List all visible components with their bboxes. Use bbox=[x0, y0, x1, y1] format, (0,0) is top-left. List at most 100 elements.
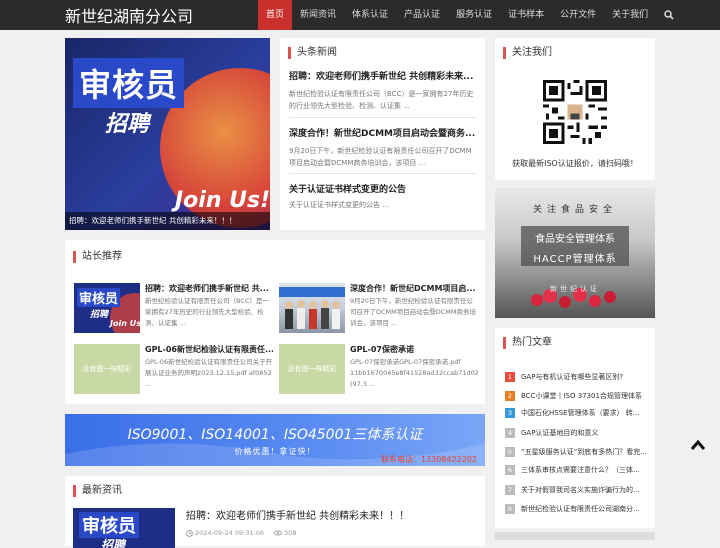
hot-article-rank: 2 bbox=[505, 391, 515, 401]
thumb-sub: 招聘 bbox=[90, 310, 109, 320]
news-title[interactable]: 深度合作！新世纪DCMM项目启动会暨商务... bbox=[289, 126, 477, 139]
hot-article-rank: 4 bbox=[505, 428, 515, 438]
news-title[interactable]: 招聘：欢迎老师们携手新世纪 共创精彩未来... bbox=[289, 69, 477, 82]
recommend-title[interactable]: GPL-07保密承诺 bbox=[350, 344, 478, 355]
recommend-item[interactable]: 没有图一样精彩 GPL-07保密承诺 GPL-07保密承诺GPL-07保密承诺.… bbox=[279, 344, 479, 396]
banner-sub: 招聘 bbox=[105, 112, 150, 137]
hot-article-rank: 3 bbox=[505, 408, 515, 418]
section-title-hot: 热门文章 bbox=[503, 337, 552, 349]
hot-article-title[interactable]: 关于对假冒我司名义实施诈骗行为的... bbox=[521, 485, 640, 495]
latest-views: 308 bbox=[284, 529, 297, 537]
latest-date: 2024-09-24 09:31:06 bbox=[195, 529, 265, 537]
hot-article-item[interactable]: 3 中国石化HSSE管理体系（要求） 转... bbox=[505, 406, 650, 420]
hot-article-title[interactable]: GAP认证基地目的和意义 bbox=[521, 428, 598, 438]
recommend-desc: 9月20日下午，新世纪检验认证有限责任公司召开了DCMM项目启动会暨DCMM商务… bbox=[350, 297, 477, 327]
no-image-text: 没有图一样精彩 bbox=[82, 365, 132, 373]
divider bbox=[289, 117, 477, 118]
hot-article-title[interactable]: BCC小课堂丨ISO 37301合规管理体系 bbox=[521, 391, 642, 401]
food-safety-ad[interactable]: 关注食品安全 食品安全管理体系 HACCP管理体系 新世纪认证 bbox=[495, 188, 655, 318]
hot-article-title[interactable]: 三体系审核点需要注意什么？（三体... bbox=[521, 465, 640, 475]
ad-placeholder bbox=[495, 532, 655, 540]
recommend-desc: 新世纪检验认证有限责任公司（BCC）是一家拥有27年历史的行业领先大型检验、检测… bbox=[145, 297, 269, 327]
iso-cert-banner[interactable]: ISO9001、ISO14001、ISO45001三体系认证 价格优惠！拿证快！… bbox=[65, 414, 485, 466]
hot-article-rank: 5 bbox=[505, 447, 515, 457]
recommend-thumb[interactable]: 没有图一样精彩 bbox=[74, 344, 140, 394]
hot-article-item[interactable]: 8 新世纪检验认证有限责任公司湖南分... bbox=[505, 502, 650, 516]
banner-caption[interactable]: 招聘：欢迎老师们携手新世纪 共创精彩未来！！！ bbox=[65, 212, 270, 230]
recommend-item[interactable]: 深度合作！新世纪DCMM项目启... 9月20日下午，新世纪检验认证有限责任公司… bbox=[279, 283, 479, 335]
hot-article-item[interactable]: 7 关于对假冒我司名义实施诈骗行为的... bbox=[505, 483, 650, 497]
thumb-sub: 招聘 bbox=[101, 538, 126, 548]
nav-item-public-files[interactable]: 公开文件 bbox=[552, 0, 604, 30]
follow-caption: 获取最新ISO认证报价，请扫码哦！ bbox=[512, 159, 638, 168]
hot-article-item[interactable]: 5 “五星级服务认证”到底有多热门？看完... bbox=[505, 445, 650, 459]
banner-headline: 审核员 bbox=[73, 58, 185, 108]
food-ad-line3: HACCP管理体系 bbox=[533, 254, 617, 265]
thumb-headline: 审核员 bbox=[77, 288, 121, 307]
nav-item-service-cert[interactable]: 服务认证 bbox=[448, 0, 500, 30]
latest-thumb[interactable]: 审核员 招聘 bbox=[73, 508, 175, 548]
site-title[interactable]: 新世纪湖南分公司 bbox=[65, 3, 193, 27]
eye-icon bbox=[274, 530, 283, 536]
nav-item-about[interactable]: 关于我们 bbox=[604, 0, 656, 30]
nav-item-home[interactable]: 首页 bbox=[258, 0, 293, 30]
thumb-join: Join Us! bbox=[110, 319, 140, 328]
headline-banner[interactable]: 审核员 招聘 Join Us! 招聘：欢迎老师们携手新世纪 共创精彩未来！！！ bbox=[65, 38, 270, 230]
section-title-recommend: 站长推荐 bbox=[73, 251, 122, 263]
hot-article-title[interactable]: “五星级服务认证”到底有多热门？看完... bbox=[521, 447, 647, 457]
search-icon bbox=[664, 10, 674, 20]
news-item[interactable]: 深度合作！新世纪DCMM项目启动会暨商务... 9月20日下午，新世纪检验认证有… bbox=[289, 126, 477, 169]
section-title-follow: 关注我们 bbox=[503, 47, 552, 59]
qr-code bbox=[543, 80, 607, 144]
news-desc: 9月20日下午，新世纪检验认证有限责任公司召开了DCMM项目启动会暨DCMM商务… bbox=[289, 147, 472, 167]
top-navbar: 新世纪湖南分公司 首页 新闻资讯 体系认证 产品认证 服务认证 证书样本 公开文… bbox=[0, 0, 720, 30]
news-item[interactable]: 关于认证证书样式变更的公告 关于认证证书样式变更的公告 ... bbox=[289, 182, 477, 211]
hot-article-title[interactable]: 新世纪检验认证有限责任公司湖南分... bbox=[521, 504, 640, 514]
news-title[interactable]: 关于认证证书样式变更的公告 bbox=[289, 182, 477, 195]
nav-item-cert-sample[interactable]: 证书样本 bbox=[500, 0, 552, 30]
news-item[interactable]: 招聘：欢迎老师们携手新世纪 共创精彩未来... 新世纪检验认证有限责任公司（BC… bbox=[289, 69, 477, 112]
iso-banner-line1: ISO9001、ISO14001、ISO45001三体系认证 bbox=[127, 427, 423, 443]
divider bbox=[289, 173, 477, 174]
hot-article-item[interactable]: 6 三体系审核点需要注意什么？（三体... bbox=[505, 463, 650, 477]
recommend-thumb[interactable]: 审核员 招聘 Join Us! bbox=[74, 283, 140, 333]
no-image-text: 没有图一样精彩 bbox=[287, 365, 337, 373]
main-nav: 首页 新闻资讯 体系认证 产品认证 服务认证 证书样本 公开文件 关于我们 bbox=[258, 0, 682, 30]
group-photo-image bbox=[279, 287, 345, 329]
nav-item-system-cert[interactable]: 体系认证 bbox=[344, 0, 396, 30]
food-ad-line4: 新世纪认证 bbox=[550, 285, 600, 293]
news-desc: 新世纪检验认证有限责任公司（BCC）是一家拥有27年历史的行业领先大型检验、检测… bbox=[289, 90, 474, 110]
recommend-item[interactable]: 审核员 招聘 Join Us! 招聘：欢迎老师们携手新世纪 共... 新世纪检验… bbox=[74, 283, 274, 335]
back-to-top-icon[interactable] bbox=[690, 438, 706, 452]
recommend-item[interactable]: 没有图一样精彩 GPL-06新世纪检验认证有限责任... GPL-06新世纪检验… bbox=[74, 344, 274, 396]
hot-article-rank: 8 bbox=[505, 504, 515, 514]
iso-banner-phone: 联系电话：13308422202 bbox=[381, 455, 477, 464]
recommend-thumb[interactable] bbox=[279, 283, 345, 333]
thumb-headline: 审核员 bbox=[79, 512, 139, 538]
recommend-desc: GPL-06新世纪检验认证有限责任公司关于开展认证业务的声明2023.12.15… bbox=[145, 358, 273, 388]
hot-article-item[interactable]: 4 GAP认证基地目的和意义 bbox=[505, 426, 650, 440]
section-title-latest: 最新资讯 bbox=[73, 485, 122, 497]
nav-item-product-cert[interactable]: 产品认证 bbox=[396, 0, 448, 30]
hot-article-rank: 6 bbox=[505, 465, 515, 475]
search-button[interactable] bbox=[656, 0, 682, 30]
latest-meta: 2024-09-24 09:31:06 308 bbox=[186, 529, 306, 537]
hot-article-item[interactable]: 2 BCC小课堂丨ISO 37301合规管理体系 bbox=[505, 389, 650, 403]
latest-title[interactable]: 招聘：欢迎老师们携手新世纪 共创精彩未来！！！ bbox=[186, 507, 409, 522]
recommend-title[interactable]: 招聘：欢迎老师们携手新世纪 共... bbox=[145, 283, 273, 294]
recommend-desc: GPL-07保密承诺GPL-07保密承诺.pdf 11bb1670045e8f4… bbox=[350, 358, 478, 388]
food-ad-line2: 食品安全管理体系 bbox=[535, 234, 615, 245]
news-desc: 关于认证证书样式变更的公告 ... bbox=[289, 201, 389, 209]
recommend-title[interactable]: 深度合作！新世纪DCMM项目启... bbox=[350, 283, 478, 294]
food-ad-line1: 关注食品安全 bbox=[532, 205, 617, 215]
nav-item-news[interactable]: 新闻资讯 bbox=[292, 0, 344, 30]
section-title-headlines: 头条新闻 bbox=[288, 47, 337, 59]
clock-icon bbox=[186, 529, 193, 537]
recommend-thumb[interactable]: 没有图一样精彩 bbox=[279, 344, 345, 394]
recommend-title[interactable]: GPL-06新世纪检验认证有限责任... bbox=[145, 344, 273, 355]
hot-article-title[interactable]: 中国石化HSSE管理体系（要求） 转... bbox=[521, 408, 639, 418]
hot-article-rank: 1 bbox=[505, 372, 515, 382]
hot-article-item[interactable]: 1 GAP与有机认证有哪些显著区别? bbox=[505, 370, 650, 384]
hot-article-title[interactable]: GAP与有机认证有哪些显著区别? bbox=[521, 372, 623, 382]
hot-article-rank: 7 bbox=[505, 485, 515, 495]
